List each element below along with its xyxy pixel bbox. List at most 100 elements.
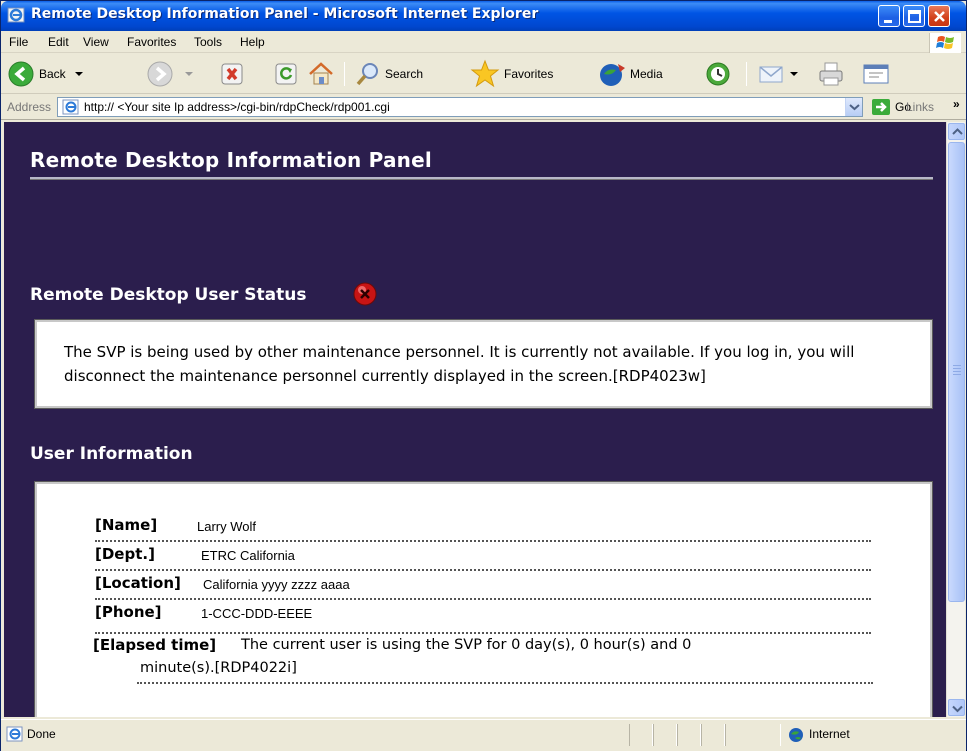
scroll-down-button[interactable] [948, 699, 965, 716]
status-bar: Done Internet [1, 719, 966, 751]
address-dropdown-button[interactable] [845, 98, 862, 116]
toolbar-separator [746, 62, 747, 86]
chevron-up-icon [952, 128, 963, 135]
minimize-icon [884, 20, 892, 23]
print-button[interactable] [816, 60, 846, 88]
dept-value: ETRC California [201, 548, 295, 563]
browser-window: Remote Desktop Information Panel - Micro… [0, 0, 967, 751]
stop-icon [221, 63, 243, 85]
menu-favorites[interactable]: Favorites [127, 35, 176, 49]
phone-row: [Phone] 1-CCC-DDD-EEEE [95, 601, 871, 629]
status-pane [653, 724, 677, 746]
mail-icon [759, 66, 783, 83]
search-button[interactable]: Search [355, 60, 423, 88]
status-message-box: The SVP is being used by other maintenan… [34, 319, 933, 409]
favorites-button[interactable]: Favorites [470, 59, 553, 88]
chevron-right-icon[interactable]: » [953, 97, 960, 111]
status-pane [701, 724, 725, 746]
status-text: Done [27, 727, 56, 741]
dept-row: [Dept.] ETRC California [95, 543, 871, 571]
thumb-grip [953, 371, 961, 372]
vertical-scrollbar[interactable] [946, 122, 965, 717]
home-button[interactable] [307, 60, 335, 88]
star-icon [470, 59, 500, 88]
history-button[interactable] [703, 60, 733, 88]
dropdown-arrow-icon[interactable] [72, 69, 86, 79]
location-row: [Location] California yyyy zzzz aaaa [95, 572, 871, 600]
menu-view[interactable]: View [83, 35, 109, 49]
name-label: [Name] [95, 516, 158, 534]
elapsed-text-line1: The current user is using the SVP for 0 … [241, 637, 692, 653]
phone-value: 1-CCC-DDD-EEEE [201, 606, 313, 621]
search-label: Search [385, 67, 424, 81]
phone-label: [Phone] [95, 603, 162, 621]
dept-label: [Dept.] [95, 545, 155, 563]
address-url: http:// <Your site Ip address>/cgi-bin/r… [84, 100, 390, 114]
standard-toolbar: Back Search Favorites Media [1, 54, 966, 94]
menu-bar: File Edit View Favorites Tools Help [1, 31, 966, 53]
back-arrow-icon [8, 61, 34, 87]
menu-edit[interactable]: Edit [48, 35, 69, 49]
address-label: Address [7, 100, 52, 114]
close-button[interactable] [928, 5, 950, 27]
address-bar: Address http:// <Your site Ip address>/c… [1, 94, 966, 120]
thumb-grip [953, 365, 961, 366]
elapsed-divider [137, 682, 873, 684]
elapsed-text-line2: minute(s).[RDP4022i] [140, 660, 297, 676]
page-icon [62, 99, 79, 115]
address-input[interactable]: http:// <Your site Ip address>/cgi-bin/r… [57, 97, 863, 117]
edit-button[interactable] [861, 60, 891, 88]
media-button[interactable]: Media [598, 60, 663, 88]
scroll-up-button[interactable] [948, 123, 965, 140]
elapsed-label: [Elapsed time] [93, 636, 217, 654]
mail-button[interactable] [757, 60, 801, 88]
refresh-icon [275, 63, 297, 85]
links-button[interactable]: Links [906, 100, 934, 114]
title-bar[interactable]: Remote Desktop Information Panel - Micro… [1, 1, 966, 31]
status-heading: Remote Desktop User Status [30, 285, 307, 305]
windows-logo-icon [929, 33, 961, 53]
page-viewport: Remote Desktop Information Panel Remote … [4, 122, 946, 717]
go-button[interactable]: Go [871, 98, 911, 116]
thumb-grip [953, 368, 961, 369]
toolbar-separator [344, 62, 345, 86]
home-icon [309, 62, 333, 85]
menu-tools[interactable]: Tools [194, 35, 222, 49]
zone-label: Internet [809, 727, 850, 741]
history-icon [706, 62, 730, 86]
dropdown-arrow-icon[interactable] [787, 69, 801, 79]
status-message: The SVP is being used by other maintenan… [64, 343, 855, 385]
maximize-icon [908, 10, 921, 23]
menu-help[interactable]: Help [240, 35, 265, 49]
stop-button[interactable] [220, 60, 244, 88]
media-icon [600, 64, 625, 86]
chevron-down-icon [952, 705, 963, 713]
status-pane [629, 724, 653, 746]
thumb-grip [953, 374, 961, 375]
back-button[interactable]: Back [7, 60, 86, 88]
close-icon [934, 11, 945, 22]
back-label: Back [39, 67, 66, 81]
search-icon [356, 63, 378, 86]
scroll-thumb[interactable] [948, 142, 965, 602]
menu-file[interactable]: File [9, 35, 28, 49]
name-value: Larry Wolf [197, 519, 256, 534]
dropdown-arrow-icon[interactable] [182, 69, 196, 79]
phone-divider [95, 632, 871, 634]
internet-zone-icon [789, 728, 803, 742]
forward-button[interactable] [146, 60, 196, 88]
minimize-button[interactable] [878, 5, 900, 27]
chevron-down-icon [849, 104, 860, 111]
maximize-button[interactable] [903, 5, 925, 27]
page-title: Remote Desktop Information Panel [30, 148, 432, 172]
error-status-icon [353, 282, 377, 306]
user-info-heading: User Information [30, 444, 193, 464]
heading-divider [30, 177, 933, 180]
window-title: Remote Desktop Information Panel - Micro… [31, 6, 539, 22]
status-pane [725, 724, 781, 746]
page-done-icon [6, 726, 23, 742]
location-value: California yyyy zzzz aaaa [203, 577, 350, 592]
location-label: [Location] [95, 574, 181, 592]
user-info-box: [Name] Larry Wolf [Dept.] ETRC Californi… [34, 481, 933, 717]
refresh-button[interactable] [274, 60, 298, 88]
